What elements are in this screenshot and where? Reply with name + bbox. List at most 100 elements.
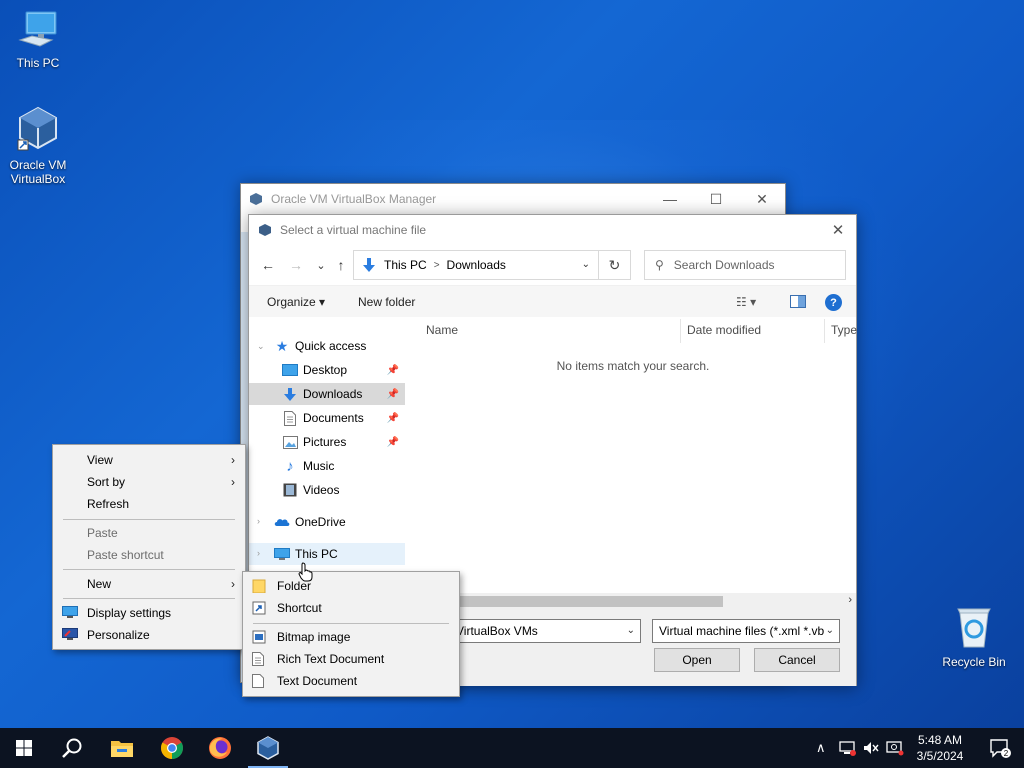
menu-item-label: New: [87, 577, 112, 591]
start-button[interactable]: [0, 728, 48, 768]
refresh-button[interactable]: ↻: [599, 250, 631, 280]
menu-item-sort-by[interactable]: Sort by ›: [53, 471, 245, 493]
vbox-title: Oracle VM VirtualBox Manager: [271, 192, 437, 206]
volume-muted-icon[interactable]: [862, 740, 880, 759]
address-bar[interactable]: This PC > Downloads ⌄: [353, 250, 599, 280]
open-button[interactable]: Open: [654, 648, 740, 672]
nav-item-downloads[interactable]: Downloads 📌: [249, 383, 405, 405]
chevron-right-icon: ›: [231, 475, 235, 489]
desktop-icon-this-pc[interactable]: This PC: [0, 10, 76, 70]
menu-item-new[interactable]: New ›: [53, 573, 245, 595]
view-options-button[interactable]: ☷ ▾: [736, 295, 756, 309]
taskbar-virtualbox[interactable]: [244, 728, 292, 768]
address-segment-this-pc[interactable]: This PC: [384, 258, 427, 272]
file-list[interactable]: Name Date modified Type No items match y…: [409, 317, 857, 593]
new-folder-button[interactable]: New folder: [358, 295, 415, 309]
chevron-right-icon[interactable]: ›: [257, 516, 260, 526]
scroll-right-arrow-icon[interactable]: ›: [848, 594, 852, 606]
document-icon: [252, 652, 268, 666]
column-header-name[interactable]: Name: [426, 323, 458, 337]
chevron-down-icon[interactable]: ⌄: [627, 625, 635, 636]
notification-count: 2: [1004, 749, 1009, 758]
menu-item-display-settings[interactable]: Display settings: [53, 602, 245, 624]
command-bar: Organize ▾ New folder ☷ ▾ ?: [249, 285, 856, 317]
submenu-item-rich-text-document[interactable]: Rich Text Document: [243, 648, 459, 670]
preview-pane-button[interactable]: [790, 295, 806, 311]
nav-item-label: Documents: [303, 411, 364, 425]
network-icon[interactable]: [838, 740, 856, 759]
downloads-arrow-icon: [281, 386, 299, 402]
submenu-item-folder[interactable]: Folder: [243, 575, 459, 597]
desktop-icon-virtualbox[interactable]: Oracle VM VirtualBox: [0, 106, 76, 186]
menu-item-label: Rich Text Document: [277, 652, 385, 666]
nav-item-this-pc[interactable]: › This PC: [249, 543, 405, 565]
desktop-icon-label: Oracle VM VirtualBox: [9, 158, 67, 186]
show-hidden-icons-chevron-icon[interactable]: ∧: [816, 740, 826, 756]
chevron-down-icon[interactable]: ⌄: [582, 259, 590, 270]
close-button[interactable]: ✕: [739, 184, 785, 214]
column-divider[interactable]: [680, 319, 681, 343]
display-icon[interactable]: [886, 740, 904, 759]
nav-item-documents[interactable]: Documents 📌: [249, 407, 405, 429]
nav-item-desktop[interactable]: Desktop 📌: [249, 359, 405, 381]
chevron-right-icon[interactable]: ›: [257, 548, 260, 558]
nav-quick-access[interactable]: ⌄ ★ Quick access: [249, 335, 405, 357]
address-segment-downloads[interactable]: Downloads: [447, 258, 506, 272]
nav-item-label: Quick access: [295, 339, 367, 353]
submenu-item-bitmap-image[interactable]: Bitmap image: [243, 626, 459, 648]
nav-item-music[interactable]: ♪ Music: [249, 455, 405, 477]
pictures-icon: [281, 434, 299, 450]
pin-icon: 📌: [386, 388, 399, 400]
menu-separator: [253, 623, 449, 624]
pin-icon: 📌: [386, 436, 399, 448]
chevron-down-icon[interactable]: ⌄: [826, 625, 834, 636]
organize-button[interactable]: Organize ▾: [267, 295, 325, 309]
column-divider[interactable]: [824, 319, 825, 343]
action-center-button[interactable]: 2: [976, 728, 1024, 768]
nav-item-videos[interactable]: Videos: [249, 479, 405, 501]
nav-item-label: OneDrive: [295, 515, 346, 529]
chevron-down-icon[interactable]: ⌄: [257, 341, 265, 352]
system-clock[interactable]: 5:48 AM 3/5/2024: [910, 732, 970, 764]
cloud-icon: [273, 514, 291, 530]
nav-item-pictures[interactable]: Pictures 📌: [249, 431, 405, 453]
dialog-close-button[interactable]: ✕: [824, 217, 852, 243]
file-type-select[interactable]: Virtual machine files (*.xml *.vb ⌄: [652, 619, 840, 643]
maximize-button[interactable]: ☐: [693, 184, 739, 214]
submenu-item-text-document[interactable]: Text Document: [243, 670, 459, 692]
help-button[interactable]: ?: [825, 294, 842, 311]
menu-item-paste-shortcut[interactable]: Paste shortcut: [53, 544, 245, 566]
dialog-title-bar[interactable]: Select a virtual machine file: [249, 215, 856, 245]
search-input[interactable]: Search Downloads: [674, 258, 775, 272]
taskbar-firefox[interactable]: [196, 728, 244, 768]
nav-item-label: Desktop: [303, 363, 348, 377]
nav-item-onedrive[interactable]: › OneDrive: [249, 511, 405, 533]
star-icon: ★: [275, 337, 289, 354]
desktop-icon-recycle-bin[interactable]: Recycle Bin: [936, 603, 1012, 669]
taskbar-search-button[interactable]: [48, 728, 96, 768]
menu-item-personalize[interactable]: Personalize: [53, 624, 245, 646]
clock-date: 3/5/2024: [916, 749, 964, 763]
taskbar: ∧ 5:48 AM 3/5/2024 2: [0, 728, 1024, 768]
back-button[interactable]: ←: [258, 255, 278, 275]
recent-locations-button[interactable]: ⌄: [311, 255, 331, 275]
menu-item-label: Sort by: [87, 475, 126, 489]
search-box[interactable]: ⚲ Search Downloads: [644, 250, 846, 280]
submenu-item-shortcut[interactable]: Shortcut: [243, 597, 459, 619]
cancel-button[interactable]: Cancel: [754, 648, 840, 672]
forward-button[interactable]: →: [286, 255, 306, 275]
column-header-type[interactable]: Type: [831, 323, 857, 337]
minimize-button[interactable]: —: [647, 184, 693, 214]
column-header-date-modified[interactable]: Date modified: [687, 323, 761, 337]
nav-item-label: Videos: [303, 483, 340, 497]
file-name-combobox[interactable]: VirtualBox VMs ⌄: [449, 619, 641, 643]
menu-item-refresh[interactable]: Refresh: [53, 493, 245, 515]
menu-item-view[interactable]: View ›: [53, 449, 245, 471]
menu-item-label: Bitmap image: [277, 630, 351, 644]
up-button[interactable]: ↑: [331, 255, 351, 275]
taskbar-chrome[interactable]: [148, 728, 196, 768]
dialog-title: Select a virtual machine file: [280, 223, 427, 237]
taskbar-file-explorer[interactable]: [98, 728, 146, 768]
menu-item-paste[interactable]: Paste: [53, 522, 245, 544]
search-icon: ⚲: [655, 258, 664, 272]
